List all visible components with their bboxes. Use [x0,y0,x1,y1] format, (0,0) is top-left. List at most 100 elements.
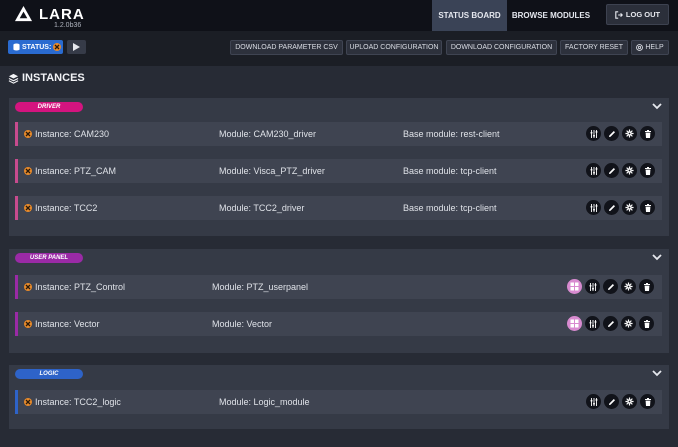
gear-icon[interactable] [622,394,637,409]
chevron-down-icon[interactable] [651,100,663,112]
gear-icon[interactable] [621,279,636,294]
row-actions [586,394,655,410]
instance-cell: Instance: TCC2_logic [24,390,121,414]
panel-grid-icon[interactable] [567,316,582,331]
base-module: Base module: rest-client [403,129,500,139]
chevron-down-icon[interactable] [651,367,663,379]
edit-pencil-icon[interactable] [603,316,618,331]
section-driver: DRIVER Instance: CAM230 Module: CAM230_d… [9,98,669,236]
settings-sliders-icon[interactable] [586,126,601,141]
trash-icon[interactable] [639,316,654,331]
app-name: LARA [39,6,85,23]
factory-reset-button[interactable]: FACTORY RESET [560,40,628,55]
settings-sliders-icon[interactable] [586,394,601,409]
status-label: STATUS: [22,43,52,51]
instance-name: Instance: TCC2_logic [35,397,121,407]
edit-pencil-icon[interactable] [604,394,619,409]
error-icon [24,320,32,328]
module-name: Module: TCC2_driver [219,203,305,213]
module-name: Module: Logic_module [219,397,310,407]
instance-name: Instance: Vector [35,319,100,329]
tab-status-board[interactable]: STATUS BOARD [432,0,507,31]
instance-cell: Instance: PTZ_CAM [24,159,116,183]
error-icon [24,204,32,212]
instance-row[interactable]: Instance: CAM230 Module: CAM230_driver B… [15,122,662,146]
tab-browse-modules[interactable]: BROWSE MODULES [508,0,594,31]
section-badge-user-panel: USER PANEL [15,253,83,263]
app-version: 1.2.0b36 [54,22,82,29]
settings-sliders-icon[interactable] [586,200,601,215]
instance-cell: Instance: Vector [24,312,100,336]
instance-name: Instance: CAM230 [35,129,110,139]
base-module: Base module: tcp-client [403,203,497,213]
row-actions [586,200,655,216]
lara-logo-icon [14,5,33,22]
module-name: Module: CAM230_driver [219,129,317,139]
instance-row[interactable]: Instance: PTZ_CAM Module: Visca_PTZ_driv… [15,159,662,183]
section-user-panel: USER PANEL Instance: PTZ_Control Module:… [9,249,669,353]
help-icon [636,44,644,51]
instances-title: INSTANCES [22,72,85,84]
trash-icon[interactable] [639,279,654,294]
upload-configuration-button[interactable]: UPLOAD CONFIGURATION [346,40,442,55]
page-title: INSTANCES [8,72,85,84]
instances-panel: INSTANCES DRIVER Instance: CAM230 Module… [0,66,678,447]
logout-button[interactable]: LOG OUT [606,4,669,25]
settings-sliders-icon[interactable] [585,279,600,294]
help-label: HELP [645,44,664,51]
module-name: Module: PTZ_userpanel [212,282,309,292]
edit-pencil-icon[interactable] [604,200,619,215]
play-button[interactable] [67,40,86,54]
gear-icon[interactable] [622,126,637,141]
trash-icon[interactable] [640,126,655,141]
gear-icon[interactable] [622,200,637,215]
status-error-icon [53,43,62,51]
instance-row[interactable]: Instance: PTZ_Control Module: PTZ_userpa… [15,275,662,299]
edit-pencil-icon[interactable] [604,163,619,178]
instance-row[interactable]: Instance: TCC2 Module: TCC2_driver Base … [15,196,662,220]
instance-row[interactable]: Instance: TCC2_logic Module: Logic_modul… [15,390,662,414]
row-actions [586,163,655,179]
instance-name: Instance: PTZ_CAM [35,166,117,176]
instance-name: Instance: PTZ_Control [35,282,126,292]
instance-cell: Instance: PTZ_Control [24,275,125,299]
trash-icon[interactable] [640,394,655,409]
instance-cell: Instance: CAM230 [24,122,109,146]
module-name: Module: Visca_PTZ_driver [219,166,325,176]
error-icon [24,167,32,175]
trash-icon[interactable] [640,200,655,215]
panel-grid-icon[interactable] [567,279,582,294]
download-configuration-button[interactable]: DOWNLOAD CONFIGURATION [446,40,557,55]
status-button[interactable]: STATUS: [8,40,63,54]
instance-name: Instance: TCC2 [35,203,98,213]
logout-label: LOG OUT [625,10,661,19]
edit-pencil-icon[interactable] [603,279,618,294]
chevron-down-icon[interactable] [651,251,663,263]
layers-icon [8,73,19,84]
instance-cell: Instance: TCC2 [24,196,97,220]
error-icon [24,398,32,406]
download-parameter-csv-button[interactable]: DOWNLOAD PARAMETER CSV [230,40,343,55]
module-name: Module: Vector [212,319,273,329]
base-module: Base module: tcp-client [403,166,497,176]
settings-sliders-icon[interactable] [585,316,600,331]
row-actions [567,279,654,295]
top-nav: LARA 1.2.0b36 STATUS BOARD BROWSE MODULE… [0,0,678,31]
gear-icon[interactable] [622,163,637,178]
section-logic: LOGIC Instance: TCC2_logic Module: Logic… [9,365,669,429]
error-icon [24,130,32,138]
db-icon [13,43,20,51]
instance-row[interactable]: Instance: Vector Module: Vector [15,312,662,336]
section-badge-logic: LOGIC [15,369,83,379]
logout-icon [615,10,623,19]
settings-sliders-icon[interactable] [586,163,601,178]
help-button[interactable]: HELP [631,40,669,55]
play-icon [73,43,80,51]
row-actions [567,316,654,332]
section-badge-driver: DRIVER [15,102,83,112]
error-icon [24,283,32,291]
trash-icon[interactable] [640,163,655,178]
row-actions [586,126,655,142]
gear-icon[interactable] [621,316,636,331]
edit-pencil-icon[interactable] [604,126,619,141]
